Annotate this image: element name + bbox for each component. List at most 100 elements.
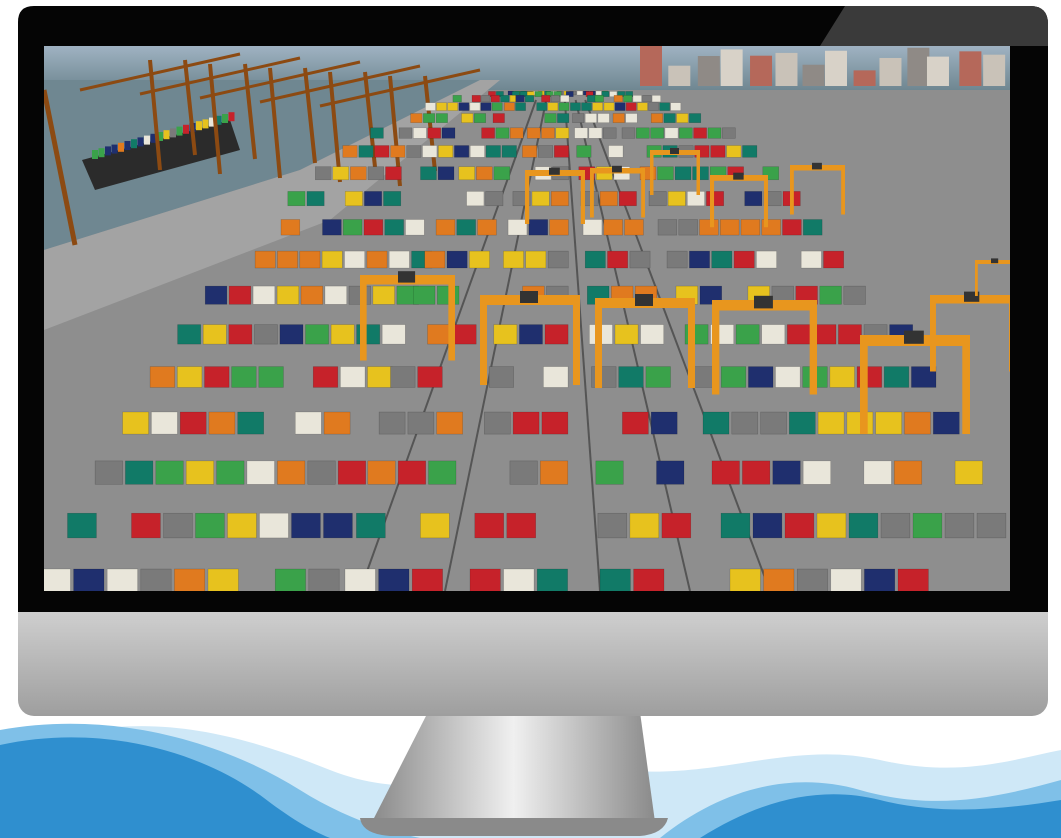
container-block bbox=[656, 460, 685, 485]
container-block bbox=[348, 285, 371, 305]
container-block bbox=[904, 411, 931, 435]
gantry-crane-trolley bbox=[754, 295, 773, 309]
container-block bbox=[216, 460, 245, 485]
building bbox=[750, 55, 773, 86]
building bbox=[697, 56, 720, 86]
container-block bbox=[531, 191, 550, 207]
container-block bbox=[554, 145, 569, 158]
container-block bbox=[772, 460, 801, 485]
container-block bbox=[550, 95, 560, 103]
container-block bbox=[149, 366, 175, 388]
container-block bbox=[322, 219, 342, 236]
container-block bbox=[689, 250, 710, 269]
container-block bbox=[366, 250, 388, 269]
container-block bbox=[454, 145, 470, 158]
container-block bbox=[748, 366, 774, 388]
container-block bbox=[254, 324, 278, 345]
ship-container bbox=[222, 114, 228, 123]
container-block bbox=[678, 219, 698, 236]
container-block bbox=[540, 460, 569, 485]
container-block bbox=[544, 324, 569, 345]
container-block bbox=[880, 512, 911, 539]
container-block bbox=[726, 145, 742, 158]
container-block bbox=[350, 166, 367, 181]
container-block bbox=[506, 512, 536, 539]
container-block bbox=[657, 219, 678, 236]
gantry-crane-leg bbox=[696, 150, 700, 195]
container-block bbox=[420, 166, 437, 181]
container-block bbox=[742, 460, 771, 485]
container-block bbox=[663, 113, 676, 123]
container-block bbox=[208, 411, 236, 435]
container-block bbox=[367, 460, 396, 485]
gantry-crane-trolley bbox=[549, 167, 560, 175]
container-block bbox=[912, 512, 943, 539]
container-block bbox=[735, 324, 760, 345]
container-block bbox=[707, 127, 722, 139]
container-block bbox=[441, 127, 456, 139]
container-block bbox=[541, 127, 555, 139]
container-block bbox=[344, 191, 363, 207]
container-block bbox=[819, 285, 842, 305]
container-block bbox=[437, 166, 455, 181]
container-block bbox=[602, 127, 617, 139]
container-block bbox=[195, 512, 225, 539]
container-block bbox=[582, 219, 603, 236]
container-block bbox=[524, 95, 535, 103]
container-block bbox=[370, 127, 384, 139]
container-block bbox=[637, 102, 648, 111]
ship-container bbox=[124, 141, 131, 150]
container-block bbox=[614, 324, 639, 345]
ship-container bbox=[105, 146, 111, 156]
container-block bbox=[424, 250, 446, 269]
container-block bbox=[185, 460, 214, 485]
container-block bbox=[471, 95, 481, 103]
container-block bbox=[587, 95, 597, 103]
container-block bbox=[383, 191, 402, 207]
container-block bbox=[509, 460, 538, 485]
container-block bbox=[410, 113, 423, 123]
container-block bbox=[466, 191, 485, 207]
container-block bbox=[323, 512, 353, 539]
container-block bbox=[277, 250, 298, 269]
gantry-crane-leg bbox=[930, 295, 936, 372]
container-block bbox=[452, 95, 462, 103]
container-block bbox=[650, 113, 663, 123]
container-block bbox=[608, 145, 624, 158]
gantry-crane-leg bbox=[360, 275, 367, 361]
ship-container bbox=[111, 144, 118, 154]
container-block bbox=[651, 95, 661, 103]
container-block bbox=[307, 460, 336, 485]
gantry-crane-leg bbox=[809, 300, 817, 395]
container-block bbox=[372, 285, 395, 305]
container-block bbox=[481, 95, 491, 103]
ship-container bbox=[144, 135, 150, 145]
container-block bbox=[618, 191, 637, 207]
gantry-crane-trolley bbox=[733, 172, 744, 180]
container-block bbox=[789, 411, 816, 435]
container-block bbox=[388, 250, 410, 269]
container-block bbox=[397, 460, 426, 485]
container-block bbox=[674, 166, 692, 181]
container-block bbox=[509, 127, 524, 139]
container-block bbox=[800, 250, 822, 269]
container-block bbox=[894, 460, 923, 485]
ship-container bbox=[183, 124, 189, 134]
container-block bbox=[817, 411, 845, 435]
container-block bbox=[740, 219, 761, 236]
container-block bbox=[423, 113, 436, 123]
container-block bbox=[572, 113, 585, 123]
container-block bbox=[228, 324, 253, 345]
container-block bbox=[607, 250, 628, 269]
gantry-crane-leg bbox=[595, 298, 602, 388]
gantry-crane-leg bbox=[688, 298, 695, 388]
container-block bbox=[702, 411, 730, 435]
container-block bbox=[501, 145, 517, 158]
container-block bbox=[485, 191, 504, 207]
ship-container bbox=[131, 139, 137, 149]
container-block bbox=[312, 366, 339, 388]
container-block bbox=[280, 219, 301, 236]
gantry-crane-leg bbox=[962, 335, 970, 434]
container-block bbox=[306, 191, 325, 207]
container-block bbox=[584, 250, 606, 269]
